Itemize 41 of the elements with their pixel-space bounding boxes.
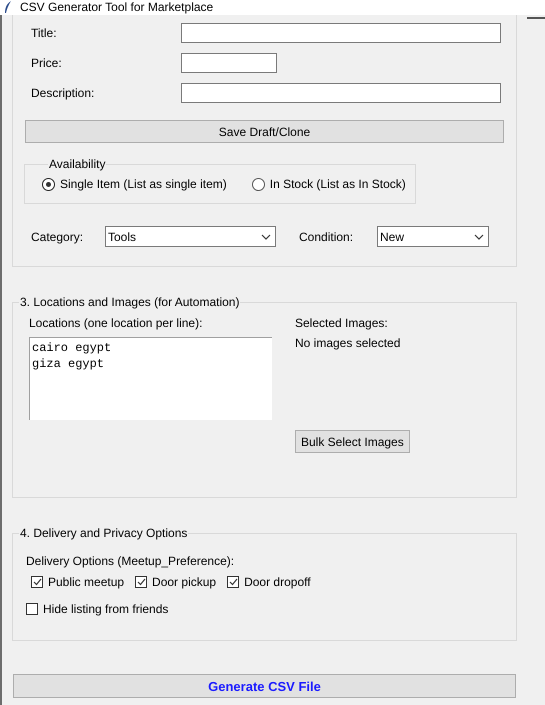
dropdown[interactable]: Tools	[105, 226, 276, 247]
field-label: Category:	[31, 230, 84, 244]
checkbox[interactable]	[31, 576, 43, 588]
input-field[interactable]	[181, 83, 501, 103]
check-icon	[136, 578, 146, 586]
bulk-select-button[interactable]: Bulk Select Images	[295, 430, 410, 453]
checkbox[interactable]	[227, 576, 240, 588]
field-label: Locations (one location per line):	[29, 316, 204, 330]
section-title: 4. Delivery and Privacy Options	[19, 526, 188, 540]
window-title: CSV Generator Tool for Marketplace	[20, 0, 214, 15]
field-label: Price:	[31, 56, 63, 70]
save-draft-button[interactable]: Save Draft/Clone	[25, 120, 504, 143]
checkbox-label: Door dropoff	[244, 575, 311, 589]
images-status: No images selected	[295, 336, 402, 350]
checkbox-label: Door pickup	[152, 575, 216, 589]
generate-csv-button[interactable]: Generate CSV File	[13, 674, 516, 698]
dropdown[interactable]: New	[377, 226, 489, 247]
check-icon	[228, 578, 238, 586]
checkbox[interactable]	[26, 603, 38, 615]
radio-button[interactable]	[252, 178, 265, 190]
radio-button[interactable]	[42, 178, 55, 190]
field-label: Description:	[31, 86, 96, 100]
checkbox-label: Hide listing from friends	[43, 602, 168, 616]
input-field[interactable]	[181, 23, 501, 43]
check-icon	[32, 578, 42, 586]
chevron-down-icon	[261, 234, 271, 240]
field-label: Condition:	[299, 230, 354, 244]
locations-text-area[interactable]: cairo egypt giza egypt	[29, 337, 272, 420]
section-title: 3. Locations and Images (for Automation)	[19, 295, 240, 309]
field-label: Title:	[31, 26, 58, 40]
field-label: Delivery Options (Meetup_Preference):	[26, 554, 236, 568]
checkbox-label: Public meetup	[48, 575, 124, 589]
input-field[interactable]	[181, 53, 277, 73]
scrollbar-thumb[interactable]	[527, 17, 545, 19]
chevron-down-icon	[474, 234, 484, 240]
radio-label: Single Item (List as single item)	[60, 177, 227, 191]
radio-label: In Stock (List as In Stock)	[270, 177, 406, 191]
group-title: Availability	[48, 157, 106, 171]
feather-icon	[4, 1, 12, 14]
checkbox[interactable]	[135, 576, 148, 588]
field-label: Selected Images:	[295, 316, 389, 330]
